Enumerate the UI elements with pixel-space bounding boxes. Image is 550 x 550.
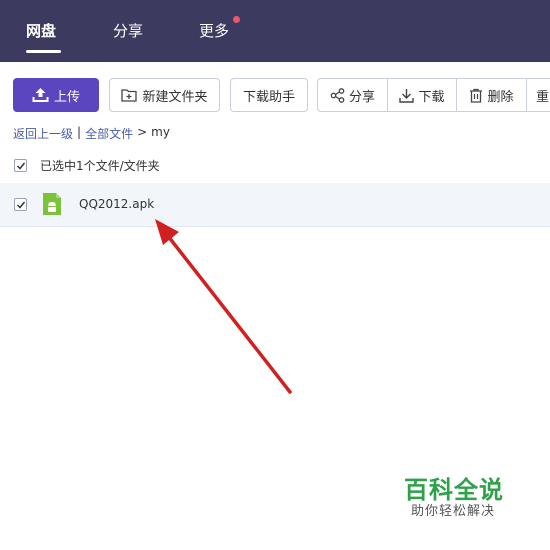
row-checkbox[interactable]: [14, 198, 27, 211]
upload-button[interactable]: 上传: [13, 78, 99, 112]
all-files-link[interactable]: 全部文件: [85, 125, 133, 142]
download-helper-button[interactable]: 下载助手: [230, 78, 308, 112]
download-label: 下载: [418, 89, 445, 105]
new-folder-icon: [121, 89, 138, 102]
file-manager-page: 网盘 分享 更多 上传 新建文件夹 下载助手 分享 下载 删除 重 返回上一级 …: [0, 0, 550, 550]
download-button[interactable]: 下载: [388, 79, 457, 111]
breadcrumb-current: my: [151, 125, 170, 139]
file-name[interactable]: QQ2012.apk: [79, 197, 154, 211]
delete-label: 删除: [487, 89, 514, 105]
breadcrumb-separator: |: [77, 125, 82, 139]
more-actions-button[interactable]: 重: [527, 79, 550, 111]
trash-icon: [470, 88, 483, 103]
new-folder-button[interactable]: 新建文件夹: [109, 78, 220, 112]
table-row[interactable]: QQ2012.apk: [0, 183, 550, 227]
breadcrumb-arrow: >: [137, 125, 148, 139]
active-tab-indicator: [26, 50, 61, 53]
select-all-checkbox[interactable]: [14, 159, 27, 172]
tab-netdisk[interactable]: 网盘: [26, 20, 56, 41]
file-action-group: 分享 下载 删除 重: [317, 78, 550, 112]
selection-status: 已选中1个文件/文件夹: [40, 159, 160, 173]
notification-dot: [233, 16, 240, 23]
new-folder-label: 新建文件夹: [142, 89, 208, 105]
delete-button[interactable]: 删除: [457, 79, 527, 111]
android-icon: [43, 193, 61, 215]
share-icon: [330, 87, 345, 103]
download-icon: [399, 88, 415, 103]
tab-share[interactable]: 分享: [113, 20, 143, 41]
more-actions-label: 重: [536, 89, 550, 105]
upload-label: 上传: [53, 89, 80, 105]
back-link[interactable]: 返回上一级: [13, 125, 73, 142]
watermark-subtitle: 助你轻松解决: [411, 504, 496, 519]
tab-more[interactable]: 更多: [199, 20, 229, 41]
check-icon: [16, 201, 26, 209]
breadcrumb: 返回上一级 | 全部文件 > my: [13, 125, 170, 142]
share-button[interactable]: 分享: [318, 79, 388, 111]
top-navigation: 网盘 分享 更多: [0, 0, 550, 62]
share-label: 分享: [348, 89, 375, 105]
upload-icon: [32, 88, 49, 102]
download-helper-label: 下载助手: [242, 89, 295, 105]
check-icon: [16, 162, 26, 170]
